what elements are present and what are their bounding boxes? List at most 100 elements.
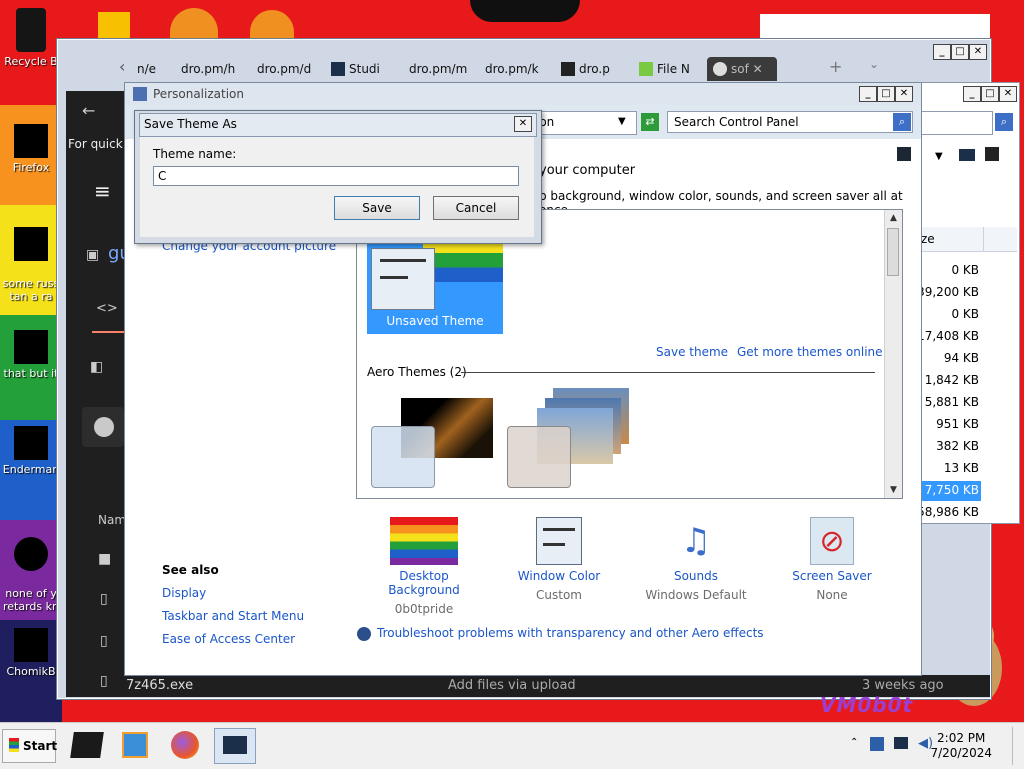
view-options-chevron-icon[interactable]: ▼ — [935, 151, 943, 162]
search-input[interactable]: Search Control Panel ⌕ — [667, 111, 913, 133]
network-icon[interactable] — [894, 737, 908, 749]
desktop-icon-video[interactable]: some russ tan a ra — [0, 214, 62, 303]
taskbar-app-media[interactable] — [66, 728, 108, 764]
show-hidden-icons-chevron-icon[interactable]: ⌃ — [850, 737, 858, 748]
ease-of-access-link[interactable]: Ease of Access Center — [162, 632, 295, 646]
back-arrow-icon[interactable]: ← — [82, 101, 95, 120]
aero-theme-1[interactable] — [371, 398, 493, 490]
maximize-button[interactable]: □ — [877, 86, 895, 102]
scroll-down-arrow-icon[interactable]: ▼ — [885, 482, 902, 498]
size-column-header[interactable]: ze — [919, 227, 1017, 252]
desktop-background-item[interactable]: Desktop Background 0b0tpride — [364, 517, 484, 616]
section-divider — [461, 372, 875, 373]
browser-tab-active[interactable]: sof ✕ — [707, 57, 777, 81]
dialog-titlebar[interactable]: Save Theme As ✕ — [139, 113, 537, 137]
start-button[interactable]: Start — [2, 729, 57, 763]
desktop-icon-none-of[interactable]: none of y retards kn — [0, 524, 62, 613]
cancel-button[interactable]: Cancel — [433, 196, 519, 220]
system-clock[interactable]: 2:02 PM 7/20/2024 — [930, 731, 992, 761]
theme-name-label: Theme name: — [153, 147, 237, 161]
get-more-themes-link[interactable]: Get more themes online — [737, 345, 883, 359]
theme-name-input[interactable] — [153, 166, 519, 186]
theme-name: Unsaved Theme — [386, 314, 484, 328]
scrollbar-thumb[interactable] — [887, 228, 899, 276]
close-button[interactable]: ✕ — [895, 86, 913, 102]
theme-list: Unsaved Theme Save theme Get more themes… — [356, 209, 903, 499]
aero-theme-2[interactable] — [507, 388, 637, 490]
screen-saver-item[interactable]: ⊘ Screen Saver None — [772, 517, 892, 602]
file-icon — [14, 426, 48, 460]
preview-pane-icon[interactable] — [985, 147, 999, 161]
file-name[interactable]: 7z465.exe — [126, 678, 193, 693]
item-value: Windows Default — [645, 588, 747, 602]
desktop-icon-label: none of y retards kn — [3, 587, 59, 613]
item-value: None — [816, 588, 848, 602]
address-dropdown-chevron-icon[interactable]: ▼ — [618, 112, 626, 132]
taskbar-app-player[interactable] — [114, 728, 156, 764]
display-link[interactable]: Display — [162, 586, 206, 600]
save-button[interactable]: Save — [334, 196, 420, 220]
maximize-button[interactable]: □ — [981, 86, 999, 102]
desktop-icon-firefox[interactable]: Firefox — [0, 124, 62, 174]
media-player-icon — [122, 732, 148, 758]
new-tab-icon[interactable]: + — [829, 57, 842, 76]
browser-tab[interactable]: Studi — [331, 57, 380, 81]
desktop-icon-chomik[interactable]: ChomikB — [0, 628, 62, 678]
taskbar-start-menu-link[interactable]: Taskbar and Start Menu — [162, 609, 304, 623]
close-button[interactable]: ✕ — [999, 86, 1017, 102]
taskbar-app-control-panel[interactable] — [214, 728, 256, 764]
browser-tab[interactable]: dro.pm/m — [409, 57, 467, 81]
close-tab-icon[interactable]: ✕ — [753, 62, 763, 76]
theme-list-scrollbar[interactable]: ▲ ▼ — [884, 210, 902, 498]
sounds-item[interactable]: ♫ Sounds Windows Default — [636, 517, 756, 602]
save-theme-link[interactable]: Save theme — [656, 345, 728, 359]
desktop-icon-recycle-bin[interactable]: Recycle B — [0, 8, 62, 68]
window-preview-icon — [507, 426, 571, 488]
file-icon — [14, 628, 48, 662]
browser-tab[interactable]: n/e — [137, 57, 156, 81]
clock-date: 7/20/2024 — [930, 746, 992, 760]
scroll-tabs-left-icon[interactable]: ‹ — [119, 57, 125, 76]
fm-search-input[interactable] — [919, 111, 993, 135]
desktop-deco — [98, 12, 130, 38]
troubleshoot-icon — [357, 627, 371, 641]
refresh-icon[interactable]: ⇄ — [641, 113, 659, 131]
tab-list-chevron-icon[interactable]: ⌄ — [869, 57, 879, 71]
dialog-title: Save Theme As — [144, 117, 237, 131]
search-icon[interactable]: ⌕ — [995, 113, 1013, 131]
firefox-icon — [171, 731, 199, 759]
action-center-icon[interactable] — [870, 737, 884, 751]
desktop-background-icon — [390, 517, 458, 565]
desktop-deco — [170, 8, 218, 38]
minimize-button[interactable]: _ — [859, 86, 877, 102]
browser-tab[interactable]: dro.pm/h — [181, 57, 235, 81]
browser-tab[interactable]: File N — [639, 57, 709, 81]
minimize-button[interactable]: _ — [963, 86, 981, 102]
media-center-icon — [70, 732, 104, 758]
sidebar-toggle-icon[interactable]: ◧ — [90, 359, 103, 375]
troubleshoot-link[interactable]: Troubleshoot problems with transparency … — [377, 626, 764, 640]
file-icon — [14, 330, 48, 364]
view-icon[interactable] — [959, 149, 975, 161]
code-icon[interactable]: <> — [96, 301, 118, 316]
personalization-titlebar[interactable]: Personalization _ □ ✕ — [125, 83, 921, 105]
browser-tab[interactable]: dro.pm/k — [485, 57, 539, 81]
dialog-close-button[interactable]: ✕ — [514, 116, 532, 132]
item-label: Window Color — [517, 569, 601, 583]
commit-message[interactable]: Add files via upload — [448, 678, 576, 693]
browser-tab[interactable]: dro.pm/d — [257, 57, 311, 81]
window-preview-icon — [371, 426, 435, 488]
recycle-bin-icon — [16, 8, 46, 52]
branch-selector[interactable] — [82, 407, 124, 447]
hamburger-menu-icon[interactable]: ≡ — [94, 179, 111, 203]
browser-tab[interactable]: dro.p — [561, 57, 635, 81]
desktop-icon-enderman[interactable]: Enderman — [0, 426, 62, 476]
taskbar-app-firefox[interactable] — [164, 728, 206, 764]
help-icon[interactable] — [897, 147, 911, 161]
window-color-item[interactable]: Window Color Custom — [499, 517, 619, 602]
tab-label: dro.pm/m — [409, 62, 468, 76]
search-icon[interactable]: ⌕ — [893, 113, 911, 131]
scroll-up-arrow-icon[interactable]: ▲ — [885, 210, 902, 226]
desktop-icon-that-but[interactable]: that but it — [0, 330, 62, 380]
show-desktop-button[interactable] — [1012, 727, 1023, 765]
